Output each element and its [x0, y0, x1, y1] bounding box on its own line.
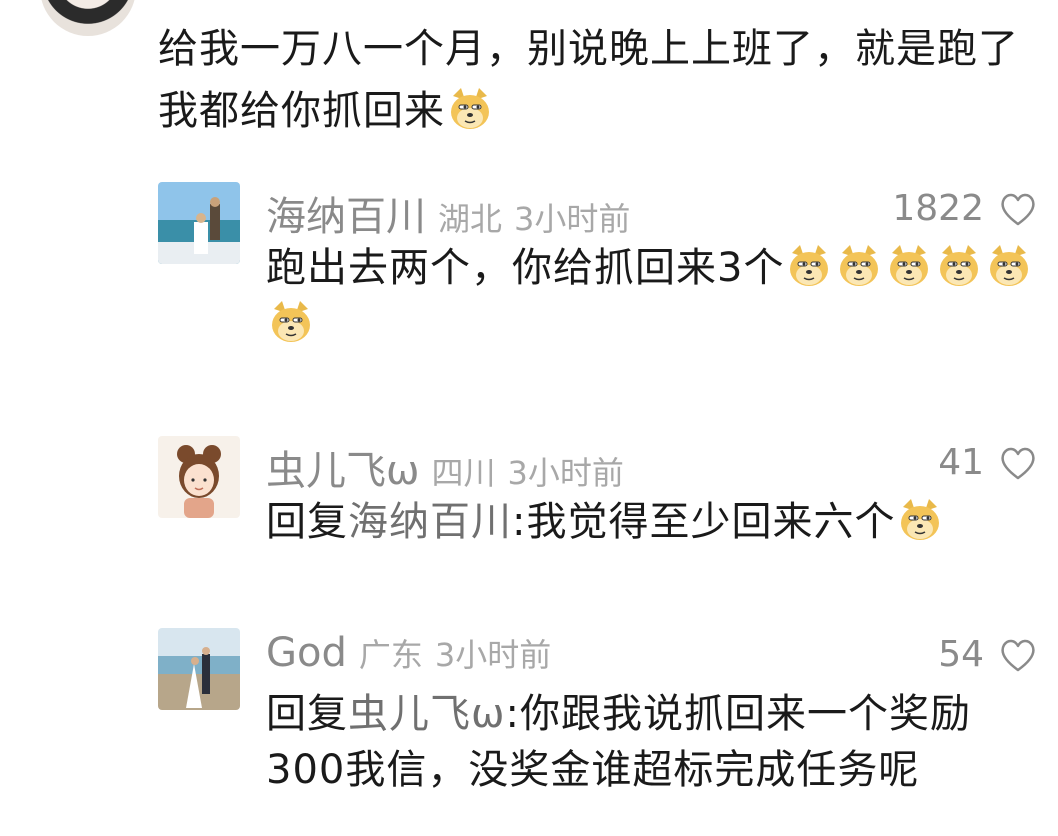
- reply-prefix: 回复: [266, 499, 348, 545]
- doge-emoji-icon: [936, 243, 982, 289]
- heart-outline-icon[interactable]: [998, 637, 1038, 673]
- mention-link[interactable]: 虫儿飞ω: [348, 691, 506, 737]
- like-button[interactable]: 41: [938, 442, 1038, 483]
- doge-emoji-icon: [886, 243, 932, 289]
- username[interactable]: 虫儿飞ω: [266, 438, 420, 496]
- main-comment-avatar[interactable]: [40, 0, 136, 36]
- reply-prefix: 回复: [266, 691, 348, 737]
- mention-link[interactable]: 海纳百川: [348, 499, 512, 545]
- reply-meta: 虫儿飞ω 四川 3小时前: [266, 438, 624, 494]
- reply-body: 跑出去两个，你给抓回来3个: [266, 245, 785, 291]
- timestamp: 3小时前: [514, 200, 631, 238]
- like-count: 1822: [892, 188, 984, 229]
- like-count: 54: [938, 634, 984, 675]
- main-comment-body: 给我一万八一个月，别说晚上上班了，就是跑了我都给你抓回来: [158, 26, 1019, 134]
- location: 广东: [358, 636, 423, 674]
- main-comment-text: 给我一万八一个月，别说晚上上班了，就是跑了我都给你抓回来: [158, 18, 1038, 142]
- like-button[interactable]: 54: [938, 634, 1038, 675]
- avatar[interactable]: [158, 436, 240, 518]
- doge-emoji-icon: [268, 299, 314, 345]
- doge-emoji-icon: [897, 497, 943, 543]
- timestamp: 3小时前: [434, 636, 552, 674]
- doge-emoji-icon: [786, 243, 832, 289]
- reply-body: :我觉得至少回来六个: [512, 499, 896, 545]
- reply-meta: God 广东 3小时前: [266, 630, 551, 678]
- location: 湖北: [438, 200, 503, 238]
- like-button[interactable]: 1822: [892, 188, 1038, 229]
- doge-emoji-icon: [986, 243, 1032, 289]
- heart-outline-icon[interactable]: [998, 191, 1038, 227]
- username[interactable]: 海纳百川: [266, 184, 426, 242]
- avatar[interactable]: [158, 182, 240, 264]
- reply-text: 跑出去两个，你给抓回来3个: [266, 240, 1036, 352]
- reply-text: 回复海纳百川:我觉得至少回来六个: [266, 494, 1036, 550]
- doge-emoji-icon: [447, 86, 493, 132]
- location: 四川: [431, 454, 496, 492]
- reply-text: 回复虫儿飞ω:你跟我说抓回来一个奖励300我信，没奖金谁超标完成任务呢: [266, 686, 1006, 798]
- timestamp: 3小时前: [507, 454, 624, 492]
- reply-meta: 海纳百川 湖北 3小时前: [266, 184, 630, 240]
- doge-emoji-icon: [836, 243, 882, 289]
- username[interactable]: God: [266, 630, 347, 676]
- like-count: 41: [938, 442, 984, 483]
- avatar[interactable]: [158, 628, 240, 710]
- heart-outline-icon[interactable]: [998, 445, 1038, 481]
